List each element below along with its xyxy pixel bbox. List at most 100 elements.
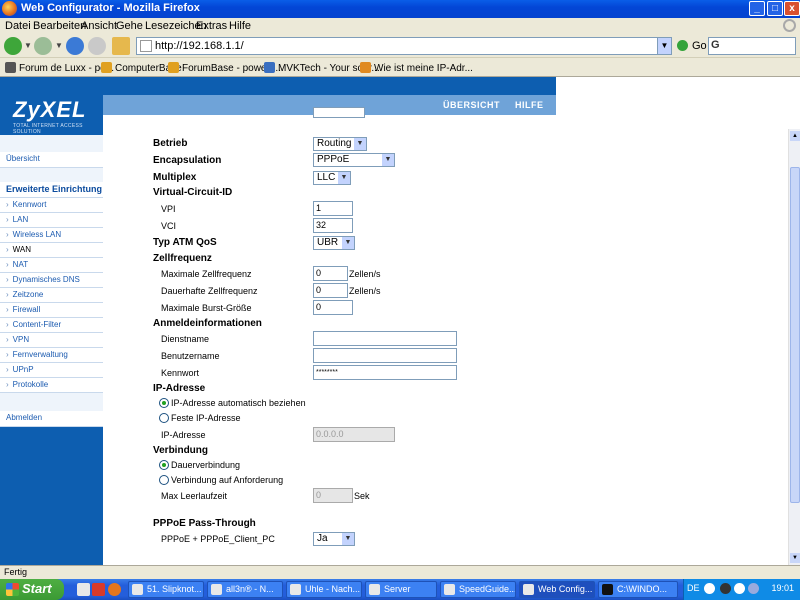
encapsulation-select[interactable]: PPPoE ▼ xyxy=(313,153,395,167)
forward-dropdown-icon[interactable]: ▼ xyxy=(55,41,63,50)
url-bar[interactable]: http://192.168.1.1/ ▼ xyxy=(136,37,672,55)
sidebar-item-lan[interactable]: LAN xyxy=(0,213,103,228)
menu-extras[interactable]: Extras xyxy=(196,20,227,32)
go-button[interactable]: Go xyxy=(692,40,707,52)
vci-input[interactable]: 32 xyxy=(313,218,353,233)
menu-hilfe[interactable]: Hilfe xyxy=(229,20,251,32)
leerlauf-input[interactable]: 0 xyxy=(313,488,353,503)
back-icon[interactable] xyxy=(4,37,22,55)
reload-icon[interactable] xyxy=(66,37,84,55)
close-button[interactable]: x xyxy=(784,1,800,16)
forward-icon[interactable] xyxy=(34,37,52,55)
sidebar-item-erweitert[interactable]: Erweiterte Einrichtung xyxy=(0,182,103,198)
ip-header: IP-Adresse xyxy=(153,383,206,394)
sidebar-item-dyndns[interactable]: Dynamisches DNS xyxy=(0,273,103,288)
dauer-zell-input[interactable]: 0 xyxy=(313,283,348,298)
vpi-input[interactable]: 1 xyxy=(313,201,353,216)
stop-icon[interactable] xyxy=(88,37,106,55)
taskbar-item-active[interactable]: Web Config... xyxy=(519,581,595,598)
go-icon[interactable] xyxy=(677,40,688,51)
sidebar-item-zeitzone[interactable]: Zeitzone xyxy=(0,288,103,303)
tray-icon[interactable] xyxy=(720,583,731,594)
link-hilfe[interactable]: HILFE xyxy=(515,100,544,110)
maximize-button[interactable]: □ xyxy=(767,1,783,16)
taskbar-item[interactable]: Uhle - Nach... xyxy=(286,581,362,598)
sidebar-item-wireless-lan[interactable]: Wireless LAN xyxy=(0,228,103,243)
taskbar-item[interactable]: C:\WINDO... xyxy=(598,581,678,598)
quicklaunch-firefox-icon[interactable] xyxy=(108,583,121,596)
sidebar-item-kennwort[interactable]: Kennwort xyxy=(0,198,103,213)
home-icon[interactable] xyxy=(112,37,130,55)
tray-icon[interactable] xyxy=(748,583,759,594)
scroll-up-icon[interactable]: ▲ xyxy=(790,131,800,141)
scrollbar-thumb[interactable] xyxy=(790,167,800,503)
ip-addr-input[interactable]: 0.0.0.0 xyxy=(313,427,395,442)
sidebar-item-vpn[interactable]: VPN xyxy=(0,333,103,348)
sidebar-item-protokolle[interactable]: Protokolle xyxy=(0,378,103,393)
sidebar-item-uebersicht[interactable]: Übersicht xyxy=(0,152,103,168)
bookmark-item[interactable]: Wie ist meine IP-Adr... xyxy=(360,62,473,74)
task-icon xyxy=(132,584,143,595)
tray-icon[interactable] xyxy=(704,583,715,594)
language-indicator[interactable]: DE xyxy=(687,583,700,593)
ip-auto-label: IP-Adresse automatisch beziehen xyxy=(171,398,306,408)
passthrough-header: PPPoE Pass-Through xyxy=(153,518,256,529)
url-text[interactable]: http://192.168.1.1/ xyxy=(155,40,244,52)
sidebar-item-content-filter[interactable]: Content-Filter xyxy=(0,318,103,333)
search-engine-icon: G xyxy=(711,39,720,51)
dauerverbindung-radio[interactable] xyxy=(159,460,169,470)
quicklaunch-app-icon[interactable] xyxy=(92,583,105,596)
menu-gehe[interactable]: Gehe xyxy=(116,20,143,32)
menu-datei[interactable]: Datei xyxy=(5,20,31,32)
window-title: Web Configurator - Mozilla Firefox xyxy=(21,2,200,14)
max-zell-input[interactable]: 0 xyxy=(313,266,348,281)
taskbar-item[interactable]: all3n® - N... xyxy=(207,581,283,598)
menu-bearbeiten[interactable]: Bearbeiten xyxy=(33,20,86,32)
minimize-button[interactable]: _ xyxy=(749,1,765,16)
kennwort-label: Kennwort xyxy=(161,368,200,378)
ip-auto-radio[interactable] xyxy=(159,398,169,408)
task-icon xyxy=(523,584,534,595)
sidebar-item-abmelden[interactable]: Abmelden xyxy=(0,411,103,427)
start-button[interactable]: Start xyxy=(0,579,64,600)
sidebar-item-wan[interactable]: WAN xyxy=(0,243,103,258)
dienstname-label: Dienstname xyxy=(161,334,210,344)
menu-ansicht[interactable]: Ansicht xyxy=(81,20,117,32)
anforderung-radio[interactable] xyxy=(159,475,169,485)
url-dropdown-icon[interactable]: ▼ xyxy=(657,38,671,54)
atm-qos-label: Typ ATM QoS xyxy=(153,237,217,248)
bookmark-icon xyxy=(168,62,179,73)
benutzername-input[interactable] xyxy=(313,348,457,363)
vertical-scrollbar[interactable]: ▲ ▼ xyxy=(788,129,800,565)
passthrough-select[interactable]: Ja ▼ xyxy=(313,532,355,546)
tray-icon[interactable] xyxy=(734,583,745,594)
sidebar-item-firewall[interactable]: Firewall xyxy=(0,303,103,318)
multiplex-select[interactable]: LLC ▼ xyxy=(313,171,351,185)
kennwort-input[interactable]: ******** xyxy=(313,365,457,380)
back-dropdown-icon[interactable]: ▼ xyxy=(24,41,32,50)
taskbar-item[interactable]: Server xyxy=(365,581,437,598)
zellfrequenz-header: Zellfrequenz xyxy=(153,253,212,264)
benutzername-label: Benutzername xyxy=(161,351,220,361)
quicklaunch-desktop-icon[interactable] xyxy=(77,583,90,596)
max-zell-unit: Zellen/s xyxy=(349,269,381,279)
sidebar-item-nat[interactable]: NAT xyxy=(0,258,103,273)
chevron-down-icon: ▼ xyxy=(338,172,350,184)
scroll-down-icon[interactable]: ▼ xyxy=(790,553,800,563)
atm-qos-select[interactable]: UBR ▼ xyxy=(313,236,355,250)
betrieb-select[interactable]: Routing ▼ xyxy=(313,137,367,151)
search-input[interactable]: G xyxy=(708,37,796,55)
max-burst-input[interactable]: 0 xyxy=(313,300,353,315)
sidebar-item-upnp[interactable]: UPnP xyxy=(0,363,103,378)
chevron-down-icon: ▼ xyxy=(342,533,354,545)
ip-fixed-radio[interactable] xyxy=(159,413,169,423)
dienstname-input[interactable] xyxy=(313,331,457,346)
link-uebersicht[interactable]: ÜBERSICHT xyxy=(443,100,500,110)
taskbar-item[interactable]: 51. Slipknot... xyxy=(128,581,204,598)
taskbar-item[interactable]: SpeedGuide... xyxy=(440,581,516,598)
dauer-zell-label: Dauerhafte Zellfrequenz xyxy=(161,286,258,296)
task-icon xyxy=(290,584,301,595)
bookmark-item[interactable]: Forum de Luxx - po... xyxy=(5,62,114,74)
sidebar-item-fernverwaltung[interactable]: Fernverwaltung xyxy=(0,348,103,363)
bookmark-icon xyxy=(5,62,16,73)
